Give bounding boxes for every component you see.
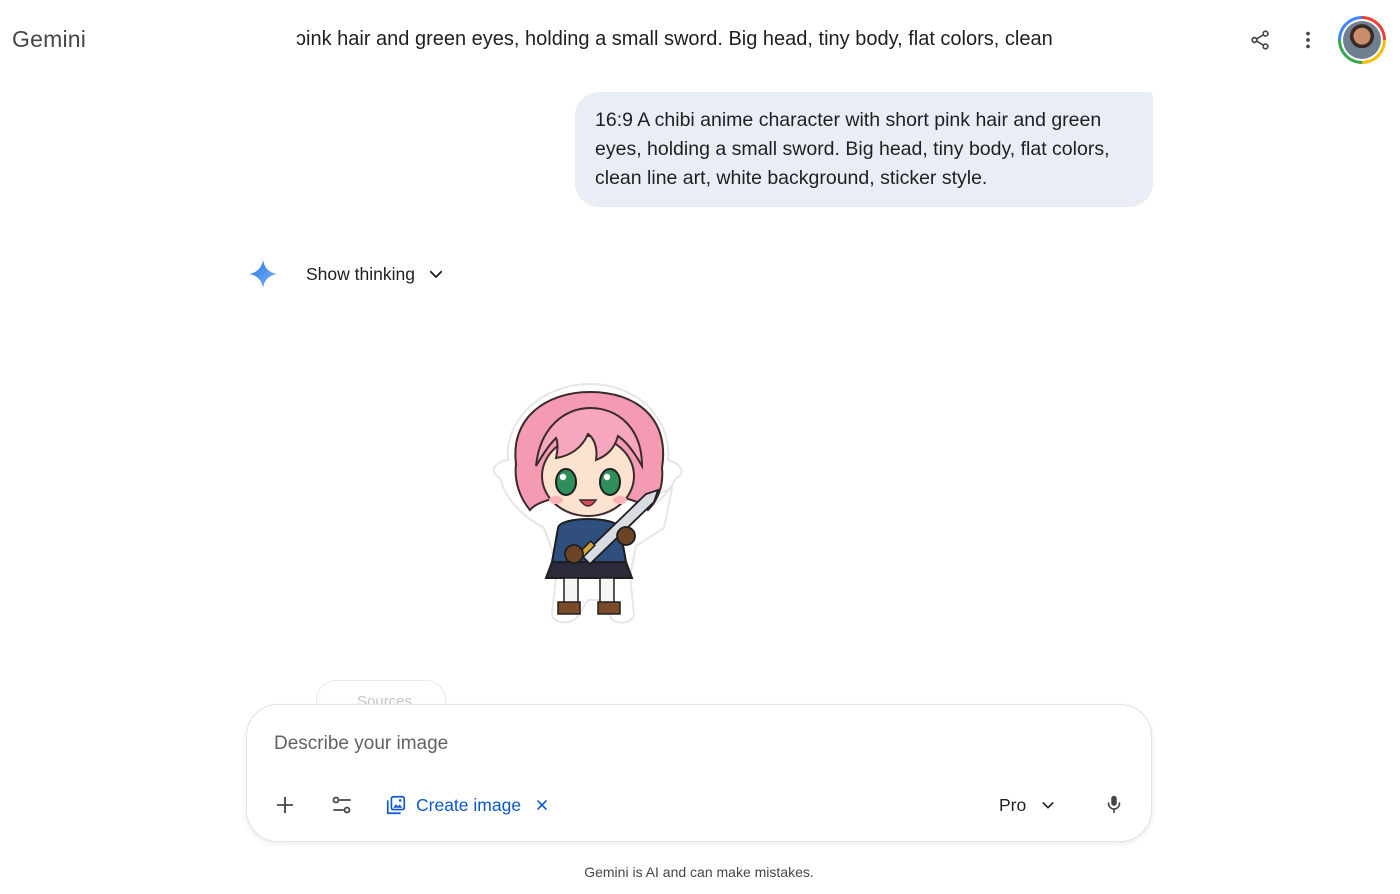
add-attachment-button[interactable] [267, 787, 303, 823]
share-button[interactable] [1242, 22, 1278, 58]
app-title[interactable]: Gemini [12, 26, 86, 53]
user-avatar[interactable] [1338, 16, 1386, 64]
more-options-button[interactable] [1290, 22, 1326, 58]
model-selector[interactable]: Pro [999, 791, 1056, 819]
microphone-icon [1107, 795, 1121, 814]
plus-icon [276, 796, 294, 814]
create-image-label: Create image [416, 794, 522, 815]
avatar-ring-inner [1341, 19, 1383, 61]
prompt-composer: Create image Pro [246, 704, 1152, 842]
tune-icon [332, 796, 351, 814]
chevron-down-icon [1042, 802, 1054, 809]
more-vert-icon [1306, 31, 1310, 49]
tools-button[interactable] [324, 787, 360, 823]
ai-disclaimer: Gemini is AI and can make mistakes. [584, 864, 814, 880]
close-icon [537, 800, 547, 810]
user-message-bubble: 16:9 A chibi anime character with short … [575, 92, 1153, 207]
image-gallery-icon [386, 795, 406, 815]
response-avatar [248, 256, 278, 292]
show-thinking-label: Show thinking [306, 263, 415, 284]
avatar-image [1343, 21, 1381, 59]
remove-create-image-button[interactable] [531, 791, 553, 819]
chevron-down-icon [429, 270, 443, 278]
create-image-chip[interactable]: Create image [385, 791, 521, 819]
model-label: Pro [999, 794, 1027, 815]
generated-chibi-image[interactable] [486, 378, 694, 630]
top-bar: Gemini ɔink hair and green eyes, holding… [0, 0, 1400, 80]
conversation-title: ɔink hair and green eyes, holding a smal… [296, 28, 1053, 50]
gemini-spark-icon [249, 260, 277, 288]
microphone-button[interactable] [1096, 786, 1132, 822]
prompt-input[interactable] [274, 733, 1114, 755]
share-icon [1251, 30, 1269, 50]
show-thinking-toggle[interactable]: Show thinking [306, 258, 445, 290]
